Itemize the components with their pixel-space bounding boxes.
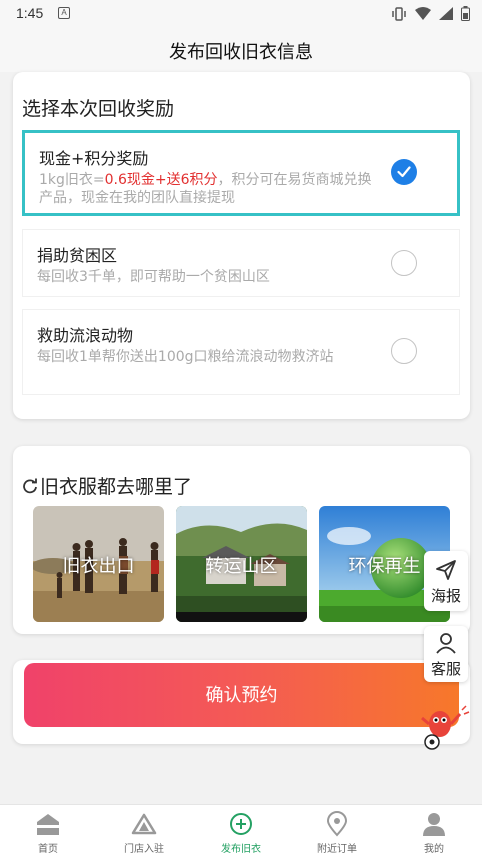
reward-section-title: 选择本次回收奖励 bbox=[22, 98, 175, 120]
reward-option-desc: 1kg旧衣=0.6现金+送6积分，积分可在易货商城兑换产品，现金在我的团队直接提… bbox=[39, 172, 372, 206]
send-icon bbox=[436, 560, 456, 580]
reward-option-title: 救助流浪动物 bbox=[37, 326, 134, 345]
app-header: 发布回收旧衣信息 bbox=[0, 28, 482, 72]
reward-option-desc: 每回收1单帮你送出100g口粮给流浪动物救济站 bbox=[37, 349, 334, 365]
user-icon bbox=[423, 813, 445, 836]
tab-label: 我的 bbox=[424, 844, 444, 855]
refresh-icon bbox=[23, 478, 37, 493]
reward-option-title: 现金+积分奖励 bbox=[39, 149, 149, 168]
page-title: 发布回收旧衣信息 bbox=[169, 42, 313, 63]
reward-card: 选择本次回收奖励 现金+积分奖励 1kg旧衣=0.6现金+送6积分，积分可在易货… bbox=[13, 72, 470, 419]
reward-option-animals[interactable]: 救助流浪动物 每回收1单帮你送出100g口粮给流浪动物救济站 bbox=[22, 309, 460, 395]
service-person-icon bbox=[436, 633, 456, 654]
radio-unchecked[interactable] bbox=[391, 338, 417, 364]
image-label: 转运山区 bbox=[205, 556, 278, 577]
customer-service-button[interactable]: 客服 bbox=[424, 626, 468, 682]
bottom-tab-bar: 首页 门店入驻 发布旧衣 附近订单 我的 bbox=[0, 804, 482, 858]
confirm-card: 确认预约 bbox=[13, 660, 470, 744]
reward-option-poverty[interactable]: 捐助贫困区 每回收3千单，即可帮助一个贫困山区 bbox=[22, 229, 460, 297]
mountain-transfer-image[interactable]: 转运山区 bbox=[176, 506, 307, 622]
tab-label: 门店入驻 bbox=[124, 844, 164, 855]
reward-highlight: 0.6现金+送6积分 bbox=[104, 172, 218, 188]
radio-unchecked[interactable] bbox=[391, 250, 417, 276]
where-clothes-go-card: 旧衣服都去哪里了 旧衣出口 转运山区 环保再生 bbox=[13, 446, 470, 634]
store-icon bbox=[131, 813, 157, 835]
radio-checked[interactable] bbox=[391, 159, 417, 185]
image-label: 旧衣出口 bbox=[62, 556, 135, 577]
vibrate-icon bbox=[392, 6, 406, 21]
tab-label: 首页 bbox=[38, 844, 58, 855]
battery-icon bbox=[461, 6, 470, 21]
tab-home[interactable]: 首页 bbox=[0, 805, 96, 858]
tab-post-clothes[interactable]: 发布旧衣 bbox=[193, 805, 289, 858]
where-section-title: 旧衣服都去哪里了 bbox=[22, 472, 192, 499]
reward-option-desc: 每回收3千单，即可帮助一个贫困山区 bbox=[37, 269, 270, 285]
reward-option-cash-points[interactable]: 现金+积分奖励 1kg旧衣=0.6现金+送6积分，积分可在易货商城兑换产品，现金… bbox=[22, 130, 460, 216]
status-bar: 1:45 A bbox=[0, 0, 482, 28]
tab-nearby-orders[interactable]: 附近订单 bbox=[289, 805, 385, 858]
service-label: 客服 bbox=[430, 660, 461, 678]
notification-icon: A bbox=[58, 7, 70, 19]
status-time: 1:45 bbox=[16, 5, 44, 21]
tab-label: 发布旧衣 bbox=[221, 844, 261, 855]
add-circle-icon bbox=[230, 813, 252, 835]
mascot-icon bbox=[421, 705, 470, 750]
tab-store[interactable]: 门店入驻 bbox=[96, 805, 192, 858]
tab-mine[interactable]: 我的 bbox=[386, 805, 482, 858]
home-icon bbox=[37, 814, 59, 835]
confirm-booking-button[interactable]: 确认预约 bbox=[24, 663, 459, 727]
reward-option-title: 捐助贫困区 bbox=[37, 246, 118, 265]
checkmark-icon bbox=[397, 166, 411, 178]
export-image[interactable]: 旧衣出口 bbox=[33, 506, 164, 622]
tab-label: 附近订单 bbox=[317, 844, 357, 855]
wifi-icon bbox=[415, 7, 431, 20]
location-pin-icon bbox=[326, 811, 348, 837]
poster-button[interactable]: 海报 bbox=[424, 551, 468, 611]
poster-label: 海报 bbox=[430, 587, 461, 605]
signal-icon bbox=[439, 7, 453, 20]
